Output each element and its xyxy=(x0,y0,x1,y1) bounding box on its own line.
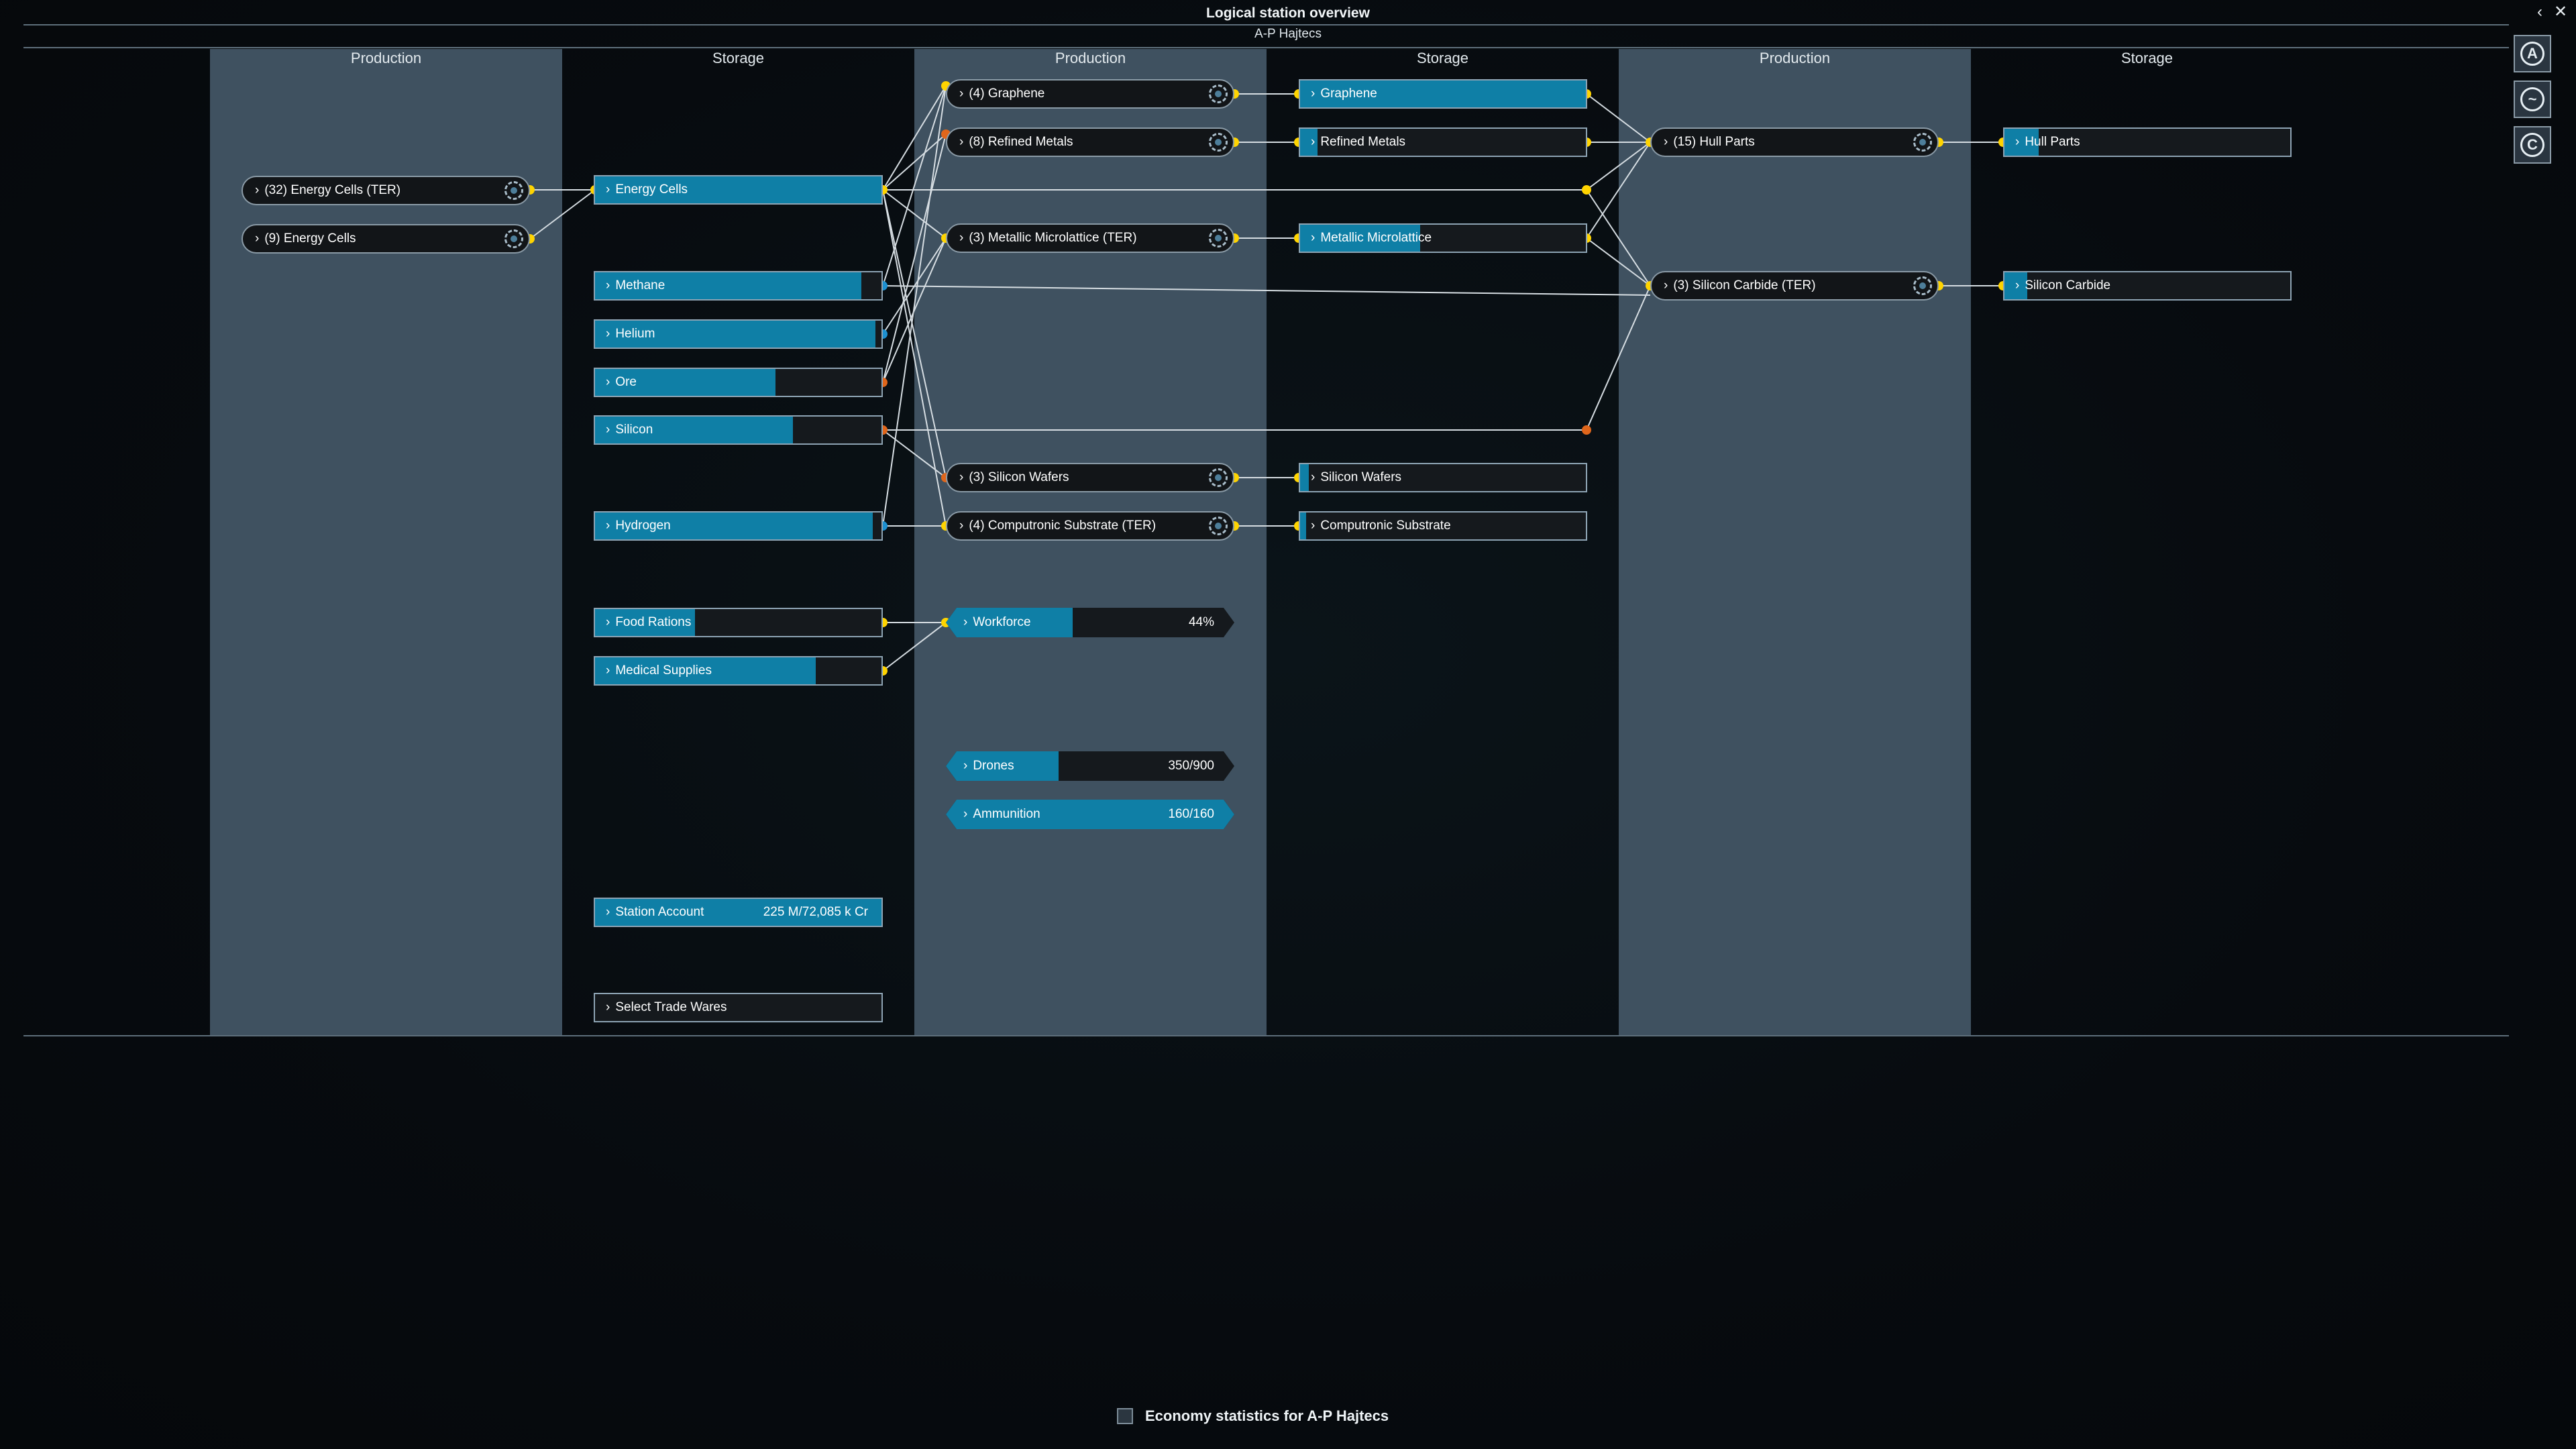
production-gear-icon xyxy=(504,181,523,200)
production-gear-icon xyxy=(1913,133,1932,152)
drones-bar[interactable]: › Drones 350/900 xyxy=(946,751,1234,781)
storage-medical-supplies[interactable]: › Medical Supplies xyxy=(594,656,883,686)
storage-energy-cells[interactable]: › Energy Cells xyxy=(594,175,883,205)
storage-silicon-carbide[interactable]: › Silicon Carbide xyxy=(2003,271,2292,301)
production-module-metallic-microlattice[interactable]: › (3) Metallic Microlattice (TER) xyxy=(946,223,1234,253)
storage-helium[interactable]: › Helium xyxy=(594,319,883,349)
storage-hydrogen[interactable]: › Hydrogen xyxy=(594,511,883,541)
production-module-refined-metals[interactable]: › (8) Refined Metals xyxy=(946,127,1234,157)
production-module-hull-parts[interactable]: › (15) Hull Parts xyxy=(1650,127,1939,157)
production-gear-icon xyxy=(1209,133,1228,152)
economy-statistics-checkbox[interactable] xyxy=(1117,1408,1133,1424)
storage-food-rations[interactable]: › Food Rations xyxy=(594,608,883,637)
production-gear-icon xyxy=(1209,85,1228,103)
production-gear-icon xyxy=(1209,468,1228,487)
economy-statistics-label: Economy statistics for A-P Hajtecs xyxy=(1145,1407,1389,1424)
production-gear-icon xyxy=(1913,276,1932,295)
storage-computronic-substrate[interactable]: › Computronic Substrate xyxy=(1299,511,1587,541)
production-module-energy-cells-ter[interactable]: › (32) Energy Cells (TER) xyxy=(241,176,530,205)
workforce-bar[interactable]: › Workforce 44% xyxy=(946,608,1234,637)
production-gear-icon xyxy=(504,229,523,248)
production-module-silicon-carbide[interactable]: › (3) Silicon Carbide (TER) xyxy=(1650,271,1939,301)
select-trade-wares-button[interactable]: › Select Trade Wares xyxy=(594,993,883,1022)
production-module-energy-cells[interactable]: › (9) Energy Cells xyxy=(241,224,530,254)
storage-silicon[interactable]: › Silicon xyxy=(594,415,883,445)
logical-overview-icon[interactable]: ~ xyxy=(2514,80,2551,118)
storage-ore[interactable]: › Ore xyxy=(594,368,883,397)
production-gear-icon xyxy=(1209,229,1228,248)
connection-lines xyxy=(525,81,2008,676)
economy-icon[interactable]: C xyxy=(2514,126,2551,164)
production-module-graphene[interactable]: › (4) Graphene xyxy=(946,79,1234,109)
storage-graphene[interactable]: › Graphene xyxy=(1299,79,1587,109)
station-account[interactable]: › Station Account 225 M/72,085 k Cr xyxy=(594,898,883,927)
autopilot-icon[interactable]: A xyxy=(2514,35,2551,72)
production-module-computronic-substrate[interactable]: › (4) Computronic Substrate (TER) xyxy=(946,511,1234,541)
production-module-silicon-wafers[interactable]: › (3) Silicon Wafers xyxy=(946,463,1234,492)
storage-metallic-microlattice[interactable]: › Metallic Microlattice xyxy=(1299,223,1587,253)
storage-hull-parts[interactable]: › Hull Parts xyxy=(2003,127,2292,157)
storage-silicon-wafers[interactable]: › Silicon Wafers xyxy=(1299,463,1587,492)
ammunition-bar[interactable]: › Ammunition 160/160 xyxy=(946,800,1234,829)
storage-methane[interactable]: › Methane xyxy=(594,271,883,301)
storage-refined-metals[interactable]: › Refined Metals xyxy=(1299,127,1587,157)
production-gear-icon xyxy=(1209,517,1228,535)
